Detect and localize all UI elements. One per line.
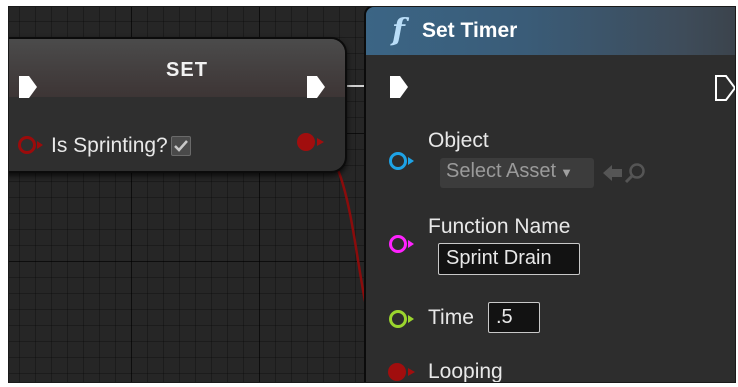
function-name-label: Function Name: [428, 215, 571, 238]
time-label: Time: [428, 306, 474, 329]
set-variable-node[interactable]: SET Is Sprinting?: [9, 37, 347, 173]
object-label: Object: [428, 129, 489, 152]
set-timer-node[interactable]: f Set Timer Object Select Asset ▼ Functi…: [364, 7, 736, 383]
exec-in-pin-icon[interactable]: [17, 74, 39, 100]
exec-out-pin-icon[interactable]: [305, 74, 327, 100]
select-asset-value: Select Asset: [446, 160, 557, 182]
bool-in-pin-icon[interactable]: [386, 360, 418, 383]
function-icon: f: [392, 13, 405, 48]
magnifier-icon[interactable]: [624, 161, 648, 185]
function-name-input[interactable]: Sprint Drain: [438, 243, 580, 275]
arrow-left-icon[interactable]: [602, 163, 624, 183]
is-sprinting-checkbox[interactable]: [171, 136, 191, 156]
select-asset-dropdown[interactable]: Select Asset ▼: [440, 158, 594, 188]
set-node-title: SET: [166, 59, 208, 81]
checkmark-icon: [174, 140, 188, 152]
bool-out-pin-icon[interactable]: [295, 130, 327, 154]
set-timer-header: f Set Timer: [366, 7, 735, 55]
is-sprinting-label: Is Sprinting?: [51, 134, 168, 157]
object-pin-icon[interactable]: [388, 150, 416, 172]
string-pin-icon[interactable]: [388, 233, 416, 255]
bool-in-pin-icon[interactable]: [17, 134, 45, 156]
looping-label: Looping: [428, 360, 503, 383]
blueprint-graph-canvas[interactable]: SET Is Sprinting? f Set Timer Object Sel…: [8, 6, 736, 383]
time-input[interactable]: .5: [488, 302, 540, 333]
exec-out-pin-icon[interactable]: [714, 74, 736, 102]
caret-down-icon: ▼: [560, 165, 573, 180]
set-timer-title: Set Timer: [422, 19, 518, 42]
exec-in-pin-icon[interactable]: [388, 74, 410, 100]
set-node-header: SET: [9, 39, 345, 97]
float-pin-icon[interactable]: [388, 308, 416, 330]
